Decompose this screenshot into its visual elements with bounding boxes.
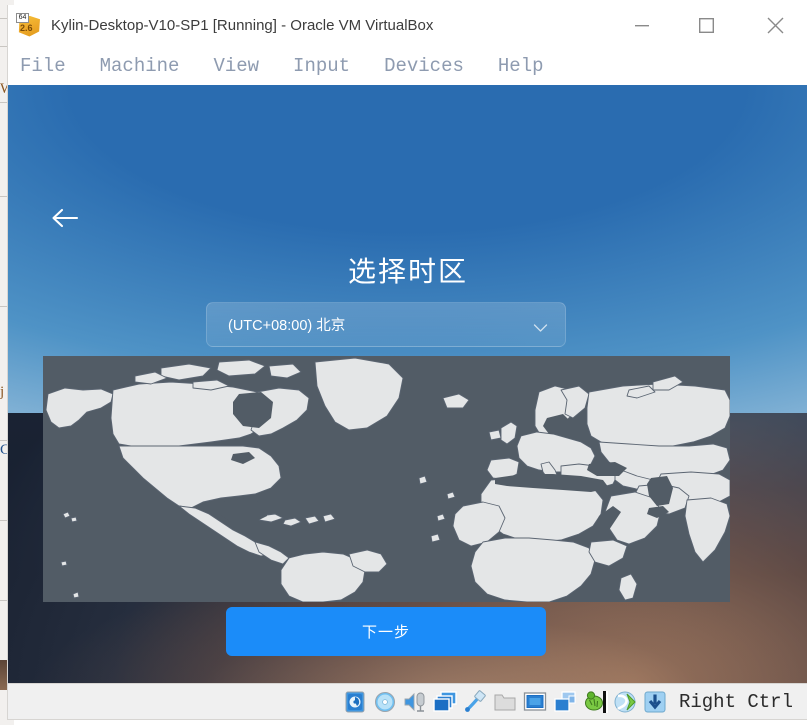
menu-file[interactable]: File	[20, 55, 66, 77]
back-arrow-icon	[52, 208, 79, 228]
menu-input[interactable]: Input	[293, 55, 350, 77]
virtualbox-icon: 64 2.6	[16, 12, 42, 39]
world-map-svg	[43, 356, 730, 602]
maximize-icon	[699, 18, 714, 33]
guest-additions-icon[interactable]	[583, 690, 609, 714]
display-icon[interactable]	[523, 690, 549, 714]
menu-devices[interactable]: Devices	[384, 55, 464, 77]
title-bar: 64 2.6 Kylin-Desktop-V10-SP1 [Running] -…	[8, 5, 807, 46]
host-key-icon[interactable]	[643, 690, 669, 714]
minimize-button[interactable]	[618, 5, 665, 46]
hard-disk-icon[interactable]	[343, 690, 369, 714]
mouse-integration-icon[interactable]	[613, 690, 639, 714]
virtualbox-window: 64 2.6 Kylin-Desktop-V10-SP1 [Running] -…	[7, 5, 807, 720]
vbox-status-bar: Right Ctrl	[8, 683, 807, 719]
menu-view[interactable]: View	[213, 55, 259, 77]
window-controls	[618, 5, 807, 46]
chevron-down-icon	[533, 320, 548, 338]
window-title: Kylin-Desktop-V10-SP1 [Running] - Oracle…	[51, 17, 434, 34]
usb-icon[interactable]	[463, 689, 489, 714]
shared-folders-icon[interactable]	[493, 690, 519, 714]
vm-guest-screen: 选择时区 (UTC+08:00) 北京 下一步	[8, 85, 807, 683]
maximize-button[interactable]	[683, 5, 730, 46]
host-key-label: Right Ctrl	[678, 690, 793, 713]
world-map[interactable]	[43, 356, 730, 602]
menu-bar: File Machine View Input Devices Help	[8, 46, 807, 85]
close-button[interactable]	[752, 5, 799, 46]
minimize-icon	[634, 24, 649, 26]
page-title: 选择时区	[347, 256, 468, 287]
menu-help[interactable]: Help	[498, 55, 544, 77]
optical-disk-icon[interactable]	[373, 690, 399, 714]
icon-version-badge: 2.6	[20, 22, 33, 33]
close-icon	[767, 17, 784, 34]
recording-icon[interactable]	[553, 690, 579, 714]
menu-machine[interactable]: Machine	[100, 55, 180, 77]
network-icon[interactable]	[433, 690, 459, 714]
next-button[interactable]: 下一步	[226, 607, 546, 656]
timezone-select[interactable]: (UTC+08:00) 北京	[206, 302, 566, 347]
back-button[interactable]	[46, 203, 80, 233]
timezone-value: (UTC+08:00) 北京	[228, 318, 346, 334]
icon-arch-badge: 64	[16, 12, 29, 23]
audio-icon[interactable]	[403, 690, 429, 714]
